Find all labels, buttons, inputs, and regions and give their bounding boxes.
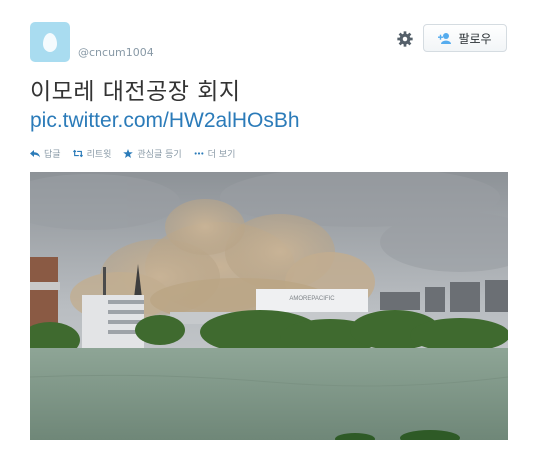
favorite-label: 관심글 등기	[137, 150, 182, 160]
user-handle[interactable]: @cncum1004	[78, 46, 154, 59]
reply-action[interactable]: 답글	[30, 147, 61, 160]
pic-link[interactable]: pic.twitter.com/HW2alHOsBh	[30, 107, 300, 135]
tweet-photo[interactable]: AMOREPACIFIC	[30, 172, 508, 440]
more-label: 더 보기	[207, 150, 236, 160]
add-user-icon	[438, 33, 452, 44]
more-dots-icon	[194, 152, 204, 155]
retweet-action[interactable]: 리트윗	[72, 147, 112, 160]
avatar[interactable]	[30, 22, 70, 62]
gear-icon[interactable]	[396, 30, 414, 48]
factory-sign: AMOREPACIFIC	[289, 296, 335, 302]
tweet-actions: 답글 리트윗 관심글 등기 더 보기	[30, 147, 235, 160]
tweet-text: 이모레 대전공장 회지	[30, 79, 241, 105]
wall	[30, 348, 508, 440]
white-building	[82, 295, 144, 357]
more-action[interactable]: 더 보기	[194, 147, 236, 160]
retweet-icon	[72, 149, 83, 158]
follow-label: 팔로우	[458, 31, 492, 46]
default-egg-icon	[43, 32, 57, 52]
favorite-star-icon	[123, 149, 134, 158]
reply-label: 답글	[44, 150, 61, 160]
follow-button[interactable]: 팔로우	[423, 24, 507, 52]
favorite-action[interactable]: 관심글 등기	[123, 147, 182, 160]
reply-icon	[30, 150, 40, 158]
retweet-label: 리트윗	[86, 150, 112, 160]
